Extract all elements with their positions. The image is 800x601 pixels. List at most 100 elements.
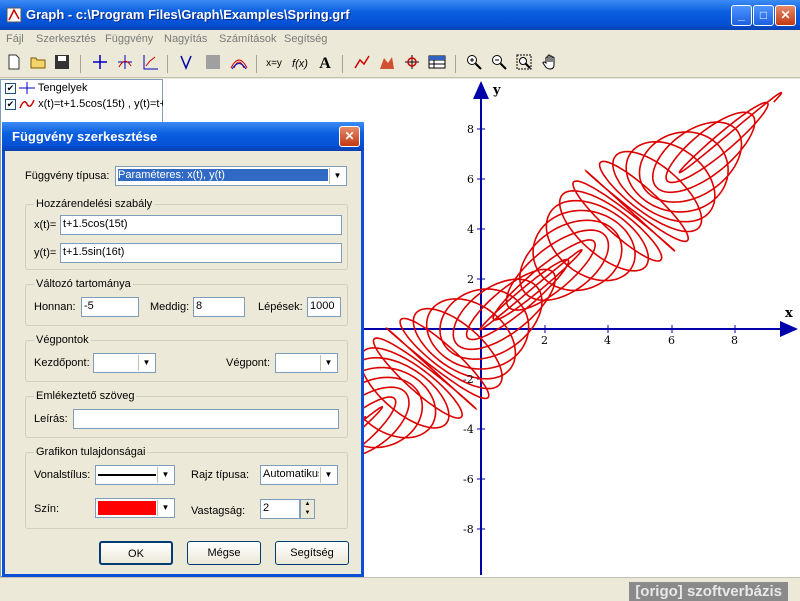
draw-type-select[interactable]: Automatikus ▼ (260, 465, 338, 485)
window-title: Graph - c:\Program Files\Graph\Examples\… (26, 7, 350, 22)
y-tick-label: 8 (467, 123, 474, 136)
axes-checkbox[interactable]: ✔ (5, 82, 16, 94)
y-tick-label: 6 (467, 173, 474, 186)
evaluate-icon[interactable] (402, 54, 422, 74)
x-axis-label: x (785, 306, 793, 321)
pan-hand-icon[interactable] (540, 54, 560, 74)
function-type-select[interactable]: Paraméteres: x(t), y(t) ▼ (115, 166, 347, 186)
menu-zoom[interactable]: Nagyítás (164, 33, 207, 45)
insert-function-icon[interactable] (115, 54, 135, 74)
function-checkbox[interactable]: ✔ (5, 98, 16, 110)
color-label: Szín: (34, 503, 60, 515)
zoom-in-icon[interactable] (464, 54, 484, 74)
end-point-select[interactable]: ▼ (275, 353, 338, 373)
range-group-title: Változó tartománya (34, 278, 133, 290)
line-style-select[interactable]: ▼ (95, 465, 175, 485)
endpoints-group: Végpontok Kezdőpont: ▼ Végpont: ▼ (25, 334, 348, 382)
list-item-label: Tengelyek (37, 82, 88, 94)
list-item-function[interactable]: ✔ x(t)=t+1.5cos(15t) , y(t)=t+ (5, 98, 166, 114)
draw-type-label: Rajz típusa: (191, 469, 250, 481)
width-input[interactable]: 2 (260, 499, 300, 519)
color-select[interactable]: ▼ (95, 498, 175, 518)
chevron-down-icon: ▼ (157, 467, 173, 483)
zoom-out-icon[interactable] (489, 54, 509, 74)
line-style-label: Vonalstílus: (34, 469, 91, 481)
color-swatch (98, 501, 156, 515)
width-label: Vastagság: (191, 505, 246, 517)
description-input[interactable] (73, 409, 339, 429)
y-formula-label: y(t)= (34, 247, 57, 259)
y-formula-input[interactable]: t+1.5sin(16t) (60, 243, 342, 263)
dialog-close-button[interactable]: ✕ (339, 126, 360, 147)
y-tick-label: 2 (467, 273, 474, 286)
steps-label: Lépések: (258, 301, 303, 313)
table-icon[interactable] (427, 54, 447, 74)
y-tick-label: -6 (463, 473, 474, 486)
dialog-titlebar: Függvény szerkesztése ✕ (2, 122, 364, 151)
note-group: Emlékeztető szöveg Leírás: (25, 390, 348, 438)
insert-point-series-icon[interactable] (140, 54, 160, 74)
x-formula-label: x(t)= (34, 219, 57, 231)
window-titlebar: Graph - c:\Program Files\Graph\Examples\… (0, 0, 800, 30)
chevron-down-icon: ▼ (157, 500, 173, 516)
axes-icon (19, 82, 36, 95)
rule-group-title: Hozzárendelési szabály (34, 198, 155, 210)
axes-icon[interactable] (90, 54, 110, 74)
open-folder-icon[interactable] (28, 54, 48, 74)
y-axis-label: y (492, 83, 501, 98)
properties-group: Grafikon tulajdonságai Vonalstílus: ▼ Ra… (25, 446, 348, 529)
description-label: Leírás: (34, 413, 68, 425)
list-item-label: x(t)=t+1.5cos(15t) , y(t)=t+ (38, 98, 166, 110)
chevron-down-icon: ▼ (329, 168, 345, 184)
trendline-icon[interactable] (352, 54, 372, 74)
line-style-preview (98, 474, 156, 476)
list-item-axes[interactable]: ✔ Tengelyek (5, 82, 87, 98)
to-label: Meddig: (150, 301, 190, 313)
width-spinner[interactable]: ▲ ▼ (300, 499, 315, 519)
from-label: Honnan: (34, 301, 76, 313)
insert-relation-icon[interactable] (229, 54, 249, 74)
insert-text-button[interactable]: A (315, 54, 335, 74)
function-type-value: Paraméteres: x(t), y(t) (118, 169, 328, 181)
new-file-icon[interactable] (4, 54, 24, 74)
x-formula-input[interactable]: t+1.5cos(15t) (60, 215, 342, 235)
ok-button[interactable]: OK (99, 541, 173, 565)
x-tick-label: 4 (604, 334, 611, 347)
insert-tangent-icon[interactable] (176, 54, 196, 74)
note-group-title: Emlékeztető szöveg (34, 390, 137, 402)
watermark: [origo] szoftverbázis (629, 582, 788, 601)
insert-f-of-x-button[interactable]: f(x) (290, 54, 310, 74)
from-input[interactable]: -5 (81, 297, 139, 317)
zoom-window-icon[interactable] (514, 54, 534, 74)
menu-edit[interactable]: Szerkesztés (36, 33, 96, 45)
range-group: Változó tartománya Honnan: -5 Meddig: 8 … (25, 278, 348, 326)
x-tick-label: 8 (731, 334, 738, 347)
graph-app-icon (6, 7, 22, 23)
maximize-button[interactable]: □ (753, 5, 774, 26)
start-point-label: Kezdőpont: (34, 357, 90, 369)
minimize-button[interactable]: _ (731, 5, 752, 26)
y-tick-label: -8 (463, 523, 474, 536)
menu-help[interactable]: Segítség (284, 33, 327, 45)
save-icon[interactable] (52, 54, 72, 74)
menu-file[interactable]: Fájl (6, 33, 24, 45)
chevron-down-icon: ▼ (320, 355, 336, 371)
cancel-button[interactable]: Mégse (187, 541, 261, 565)
menu-function[interactable]: Függvény (105, 33, 153, 45)
to-input[interactable]: 8 (193, 297, 245, 317)
endpoints-group-title: Végpontok (34, 334, 91, 346)
chevron-down-icon: ▼ (320, 467, 336, 483)
toolbar: x=y f(x) A (0, 50, 800, 78)
menu-calc[interactable]: Számítások (219, 33, 276, 45)
dialog-title: Függvény szerkesztése (12, 129, 158, 144)
close-button[interactable]: ✕ (775, 5, 796, 26)
steps-input[interactable]: 1000 (307, 297, 341, 317)
insert-shading-icon[interactable] (203, 54, 223, 74)
insert-relation-button[interactable]: x=y (264, 54, 284, 74)
start-point-select[interactable]: ▼ (93, 353, 156, 373)
area-icon[interactable] (377, 54, 397, 74)
properties-group-title: Grafikon tulajdonságai (34, 446, 148, 458)
status-bar: [origo] szoftverbázis (0, 577, 800, 601)
y-tick-label: -4 (463, 423, 474, 436)
help-button[interactable]: Segítség (275, 541, 349, 565)
